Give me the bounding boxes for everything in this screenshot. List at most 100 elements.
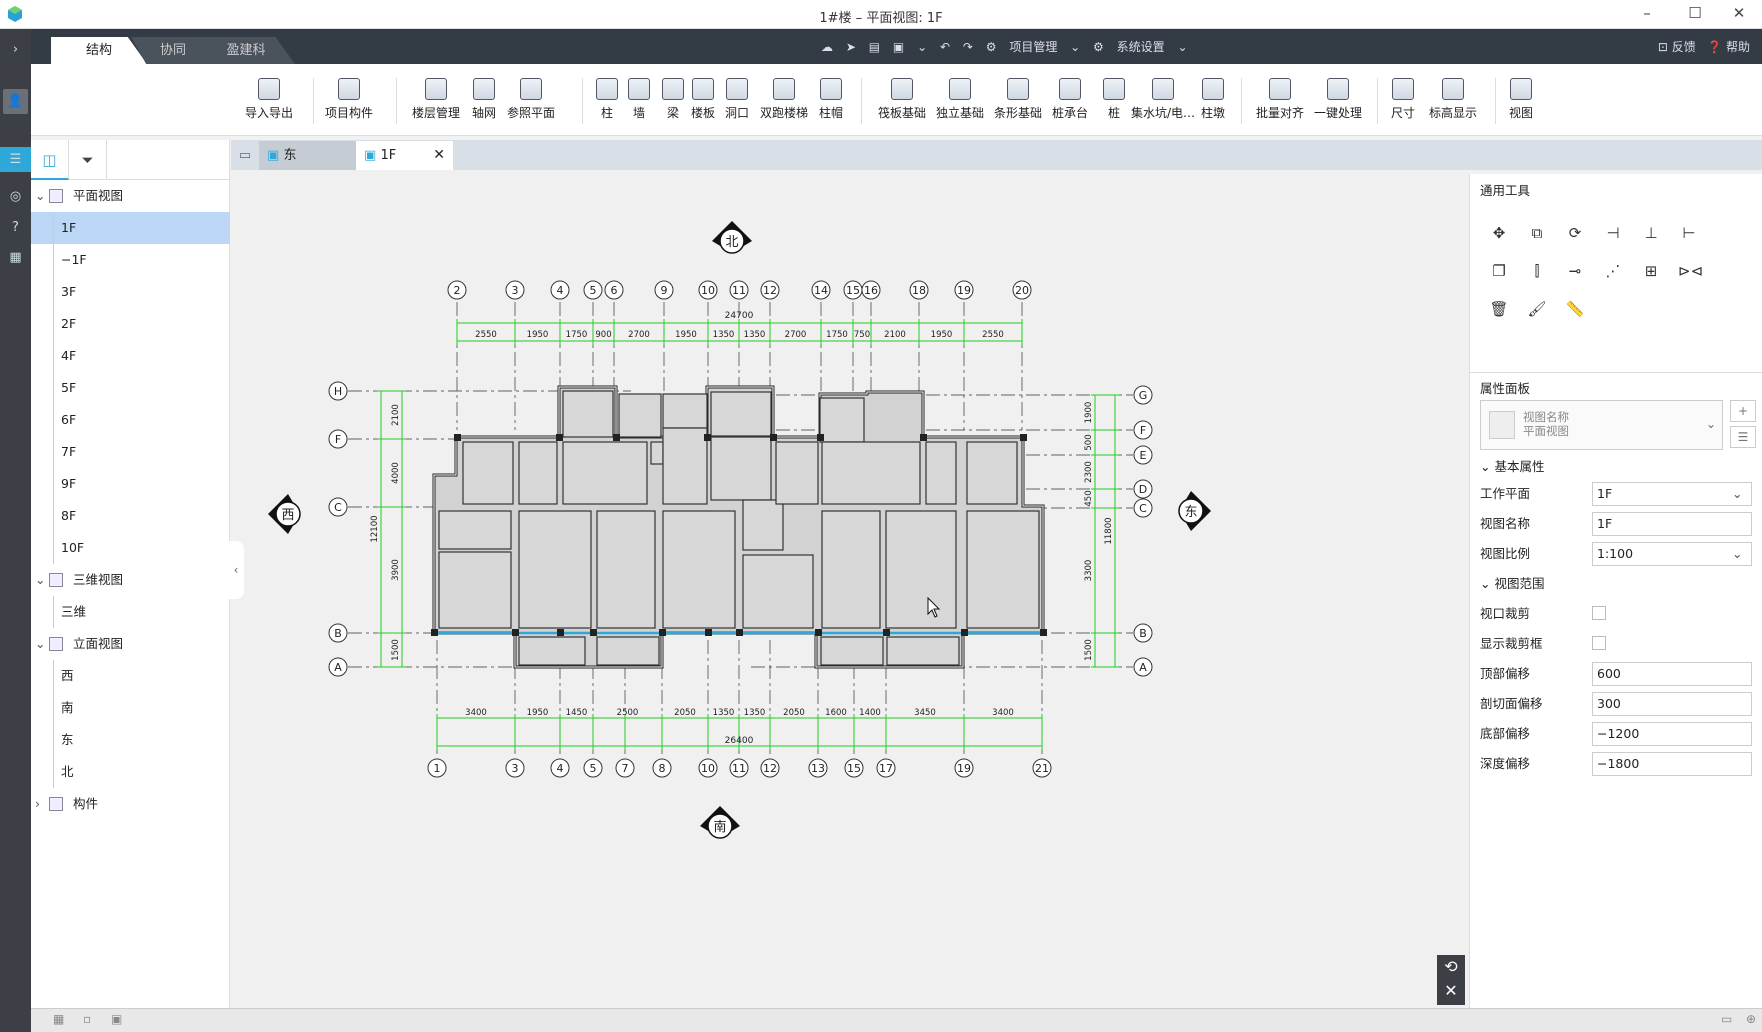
collapse-panel-handle[interactable]: ‹ xyxy=(228,541,244,599)
close-canvas-icon[interactable]: ✕ xyxy=(1437,979,1465,1003)
layout-grid-icon[interactable]: ▦ xyxy=(53,1012,64,1026)
column-button[interactable]: 柱 xyxy=(596,78,618,121)
raft-foundation-button[interactable]: 筏板基础 xyxy=(878,78,926,121)
trim-icon[interactable]: ⊸ xyxy=(1564,260,1586,282)
tree-item[interactable]: 10F xyxy=(31,532,230,564)
tree-item[interactable]: 7F xyxy=(31,436,230,468)
view-button[interactable]: 视图 xyxy=(1509,78,1533,121)
view-range-section[interactable]: ⌄ 视图范围 xyxy=(1480,571,1760,596)
canvas-reset-control[interactable]: ⟲ ✕ xyxy=(1437,955,1465,1005)
strip-foundation-button[interactable]: 条形基础 xyxy=(994,78,1042,121)
help-icon[interactable]: ? xyxy=(3,215,28,240)
tree-item[interactable]: 西 xyxy=(31,660,230,692)
project-component-button[interactable]: 项目构件 xyxy=(325,78,373,121)
layout-single-icon[interactable]: ▫ xyxy=(83,1012,91,1026)
delete-icon[interactable]: 🗑 xyxy=(1488,298,1510,320)
drawing-canvas[interactable]: ‹ 24700 2550 1950 1750 900 2700 1950 1350 1350 27… xyxy=(228,170,1469,1008)
document-icon[interactable]: ▤ xyxy=(869,40,880,54)
tree-item[interactable]: 2F xyxy=(31,308,230,340)
zoom-icon[interactable]: ⊕ xyxy=(1746,1012,1756,1026)
array-grid-icon[interactable]: ⊞ xyxy=(1640,260,1662,282)
tab-structure[interactable]: 结构 xyxy=(51,37,147,64)
pile-button[interactable]: 桩 xyxy=(1103,78,1125,121)
align-icon[interactable]: ⫿ xyxy=(1526,260,1548,282)
send-icon[interactable]: ➤ xyxy=(846,40,856,54)
add-icon[interactable]: + xyxy=(1730,400,1756,422)
basic-props-section[interactable]: ⌄ 基本属性 xyxy=(1480,454,1760,479)
tree-item[interactable]: 东 xyxy=(31,724,230,756)
maximize-button[interactable]: ☐ xyxy=(1672,0,1718,28)
tree-group-3d[interactable]: ⌄ 三维视图 xyxy=(31,564,230,596)
project-manage-menu[interactable]: ⚙ 项目管理 ⌄ xyxy=(986,40,1080,54)
reference-plane-button[interactable]: 参照平面 xyxy=(507,78,555,121)
reset-view-icon[interactable]: ⟲ xyxy=(1437,955,1465,979)
array-linear-icon[interactable]: ⋰ xyxy=(1602,260,1624,282)
move-icon[interactable]: ✥ xyxy=(1488,222,1510,244)
close-button[interactable]: ✕ xyxy=(1716,0,1762,28)
tree-item[interactable]: 南 xyxy=(31,692,230,724)
redo-icon[interactable]: ↷ xyxy=(963,40,973,54)
tree-item[interactable]: 6F xyxy=(31,404,230,436)
top-offset-input[interactable]: 600 xyxy=(1592,662,1752,686)
rotate-icon[interactable]: ⟳ xyxy=(1564,222,1586,244)
viewname-input[interactable]: 1F xyxy=(1592,512,1752,536)
list-edit-icon[interactable]: ☰ xyxy=(1730,426,1756,448)
extend-icon[interactable]: ⊢ xyxy=(1678,222,1700,244)
dimension-button[interactable]: 尺寸 xyxy=(1391,78,1415,121)
tab-list-icon[interactable]: ▭ xyxy=(231,141,259,170)
depth-offset-input[interactable]: −1800 xyxy=(1592,752,1752,776)
tree-item[interactable]: 1F xyxy=(31,212,230,244)
tree-item[interactable]: 北 xyxy=(31,756,230,788)
sump-button[interactable]: 集水坑/电… xyxy=(1131,78,1195,121)
bottom-offset-input[interactable]: −1200 xyxy=(1592,722,1752,746)
slab-button[interactable]: 楼板 xyxy=(691,78,715,121)
beam-button[interactable]: 梁 xyxy=(662,78,684,121)
tree-group-components[interactable]: › 构件 xyxy=(31,788,230,820)
tree-item[interactable]: 3F xyxy=(31,276,230,308)
elevation-display-button[interactable]: 标高显示 xyxy=(1429,78,1477,121)
tab-east-view[interactable]: ▣ 东 xyxy=(259,141,356,170)
duplicate-icon[interactable]: ❐ xyxy=(1488,260,1510,282)
compass-icon[interactable]: ◎ xyxy=(3,184,28,209)
wall-button[interactable]: 墙 xyxy=(628,78,650,121)
close-tab-icon[interactable]: ✕ xyxy=(433,141,445,170)
chevron-down-icon[interactable]: ⌄ xyxy=(35,628,45,660)
help-button[interactable]: ❓ 帮助 xyxy=(1707,40,1750,54)
mirror-icon[interactable]: ⊳⊲ xyxy=(1678,260,1703,282)
tree-item[interactable]: −1F xyxy=(31,244,230,276)
workplane-select[interactable]: 1F xyxy=(1592,482,1752,506)
tree-group-elevation[interactable]: ⌄ 立面视图 xyxy=(31,628,230,660)
tree-item[interactable]: 9F xyxy=(31,468,230,500)
tree-item[interactable]: 三维 xyxy=(31,596,230,628)
paint-icon[interactable]: 🖌 xyxy=(1526,298,1548,320)
floor-manage-button[interactable]: 楼层管理 xyxy=(412,78,460,121)
undo-icon[interactable]: ↶ xyxy=(940,40,950,54)
opening-button[interactable]: 洞口 xyxy=(725,78,749,121)
user-avatar-icon[interactable]: 👤 xyxy=(3,89,28,114)
tree-view-icon[interactable]: ◫ xyxy=(31,140,69,180)
column-pier-button[interactable]: 柱墩 xyxy=(1201,78,1225,121)
floor-plan-drawing[interactable]: 247002550 1950 1750 900 2700 1950 1350 1350 2700… xyxy=(231,170,1469,1008)
axis-grid-button[interactable]: 轴网 xyxy=(472,78,496,121)
copy-icon[interactable]: ⧉ xyxy=(1526,222,1548,244)
tree-item[interactable]: 5F xyxy=(31,372,230,404)
offset-icon[interactable]: ⊣ xyxy=(1602,222,1624,244)
grid-icon[interactable]: ▦ xyxy=(3,245,28,270)
tree-item[interactable]: 4F xyxy=(31,340,230,372)
system-settings-menu[interactable]: ⚙ 系统设置 ⌄ xyxy=(1093,40,1187,54)
filter-icon[interactable]: ⏷ xyxy=(69,140,107,180)
expand-icon[interactable]: › xyxy=(3,37,28,62)
cut-offset-input[interactable]: 300 xyxy=(1592,692,1752,716)
scale-select[interactable]: 1:100 xyxy=(1592,542,1752,566)
box-icon[interactable]: ▣ xyxy=(893,40,904,54)
chevron-down-icon[interactable]: ⌄ xyxy=(35,564,45,596)
panel-toggle-icon[interactable]: ▭ xyxy=(1721,1012,1732,1026)
dropdown-icon[interactable]: ⌄ xyxy=(917,40,927,54)
layout-split-icon[interactable]: ▣ xyxy=(111,1012,122,1026)
column-cap-button[interactable]: 柱帽 xyxy=(819,78,843,121)
measure-icon[interactable]: 📏 xyxy=(1564,298,1586,320)
feedback-button[interactable]: ⊡ 反馈 xyxy=(1658,40,1696,54)
pile-cap-button[interactable]: 桩承台 xyxy=(1052,78,1088,121)
double-stair-button[interactable]: 双跑楼梯 xyxy=(760,78,808,121)
tab-1f-view[interactable]: ▣ 1F ✕ xyxy=(356,141,453,170)
